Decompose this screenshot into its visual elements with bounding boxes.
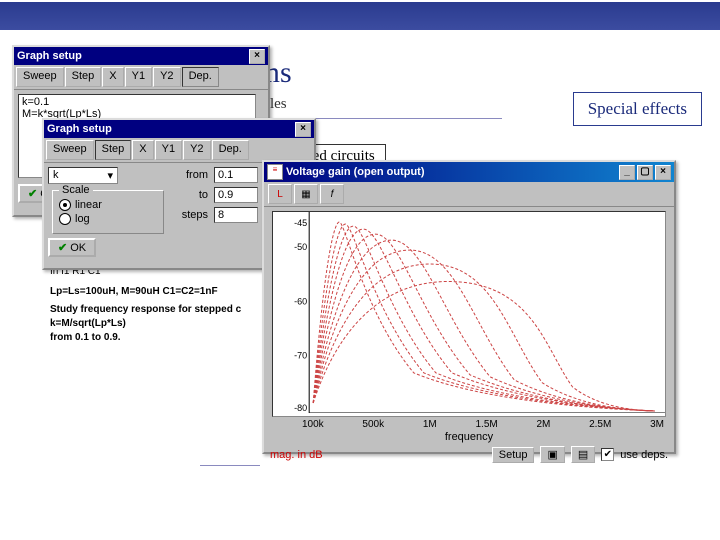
tab-sweep[interactable]: Sweep <box>46 140 94 160</box>
tab-x[interactable]: X <box>132 140 153 160</box>
ok-button[interactable]: ✔OK <box>48 238 96 257</box>
step-variable-select[interactable]: k▾ <box>48 167 118 184</box>
app-titlebar <box>0 2 720 30</box>
window-titlebar[interactable]: Graph setup × <box>44 120 314 138</box>
window-titlebar[interactable]: ≡Voltage gain (open output) _ ▢ × <box>264 162 674 182</box>
special-effects-box: Special effects <box>573 92 702 126</box>
tab-step[interactable]: Step <box>95 140 132 160</box>
chevron-down-icon: ▾ <box>107 169 113 182</box>
scale-log-radio[interactable]: log <box>59 213 157 225</box>
circuit-description: In I1 R1 C1 Lp=Ls=100uH, M=90uH C1=C2=1n… <box>50 265 241 345</box>
check-icon: ✔ <box>58 241 67 254</box>
app-icon: ≡ <box>267 164 283 180</box>
plot-toolbar: L ▦ f <box>264 182 674 207</box>
minimize-icon[interactable]: _ <box>619 165 635 180</box>
scale-group-label: Scale <box>59 184 93 196</box>
steps-input[interactable]: 8 <box>214 207 258 223</box>
tab-sweep[interactable]: Sweep <box>16 67 64 87</box>
svg-text:-60: -60 <box>294 296 307 306</box>
tab-y1[interactable]: Y1 <box>155 140 182 160</box>
tab-dep[interactable]: Dep. <box>212 140 249 160</box>
close-icon[interactable]: × <box>655 165 671 180</box>
svg-text:-45: -45 <box>294 218 307 228</box>
check-icon: ✔ <box>28 187 37 200</box>
to-input[interactable]: 0.9 <box>214 187 258 203</box>
tab-y2[interactable]: Y2 <box>153 67 180 87</box>
maximize-icon[interactable]: ▢ <box>637 165 653 180</box>
tab-step[interactable]: Step <box>65 67 102 87</box>
use-deps-checkbox[interactable]: ✔ <box>601 448 614 461</box>
tool-button-1[interactable]: ▣ <box>540 446 564 463</box>
plot-window: ≡Voltage gain (open output) _ ▢ × L ▦ f <box>262 160 676 454</box>
scale-y-button[interactable]: L <box>268 184 292 204</box>
close-icon[interactable]: × <box>249 49 265 64</box>
grid-button[interactable]: ▦ <box>294 184 318 204</box>
close-icon[interactable]: × <box>295 122 311 137</box>
scale-linear-radio[interactable]: linear <box>59 199 157 211</box>
svg-text:-80: -80 <box>294 403 307 413</box>
tab-x[interactable]: X <box>102 67 123 87</box>
use-deps-label: use deps. <box>620 449 668 461</box>
underline-bottom <box>200 465 260 466</box>
x-axis-label: frequency <box>264 430 674 444</box>
svg-text:-50: -50 <box>294 242 307 252</box>
freq-button[interactable]: f <box>320 184 344 204</box>
trace-legend: mag. in dB <box>270 449 323 461</box>
tab-dep[interactable]: Dep. <box>182 67 219 87</box>
svg-text:-70: -70 <box>294 351 307 361</box>
graph-setup-tabs: Sweep Step X Y1 Y2 Dep. <box>14 65 268 90</box>
tab-y1[interactable]: Y1 <box>125 67 152 87</box>
tool-button-2[interactable]: ▤ <box>571 446 595 463</box>
tab-y2[interactable]: Y2 <box>183 140 210 160</box>
from-input[interactable]: 0.1 <box>214 167 258 183</box>
plot-canvas[interactable]: -45 -50 -60 -70 -80 <box>272 211 666 417</box>
setup-button[interactable]: Setup <box>492 447 535 463</box>
window-titlebar[interactable]: Graph setup × <box>14 47 268 65</box>
